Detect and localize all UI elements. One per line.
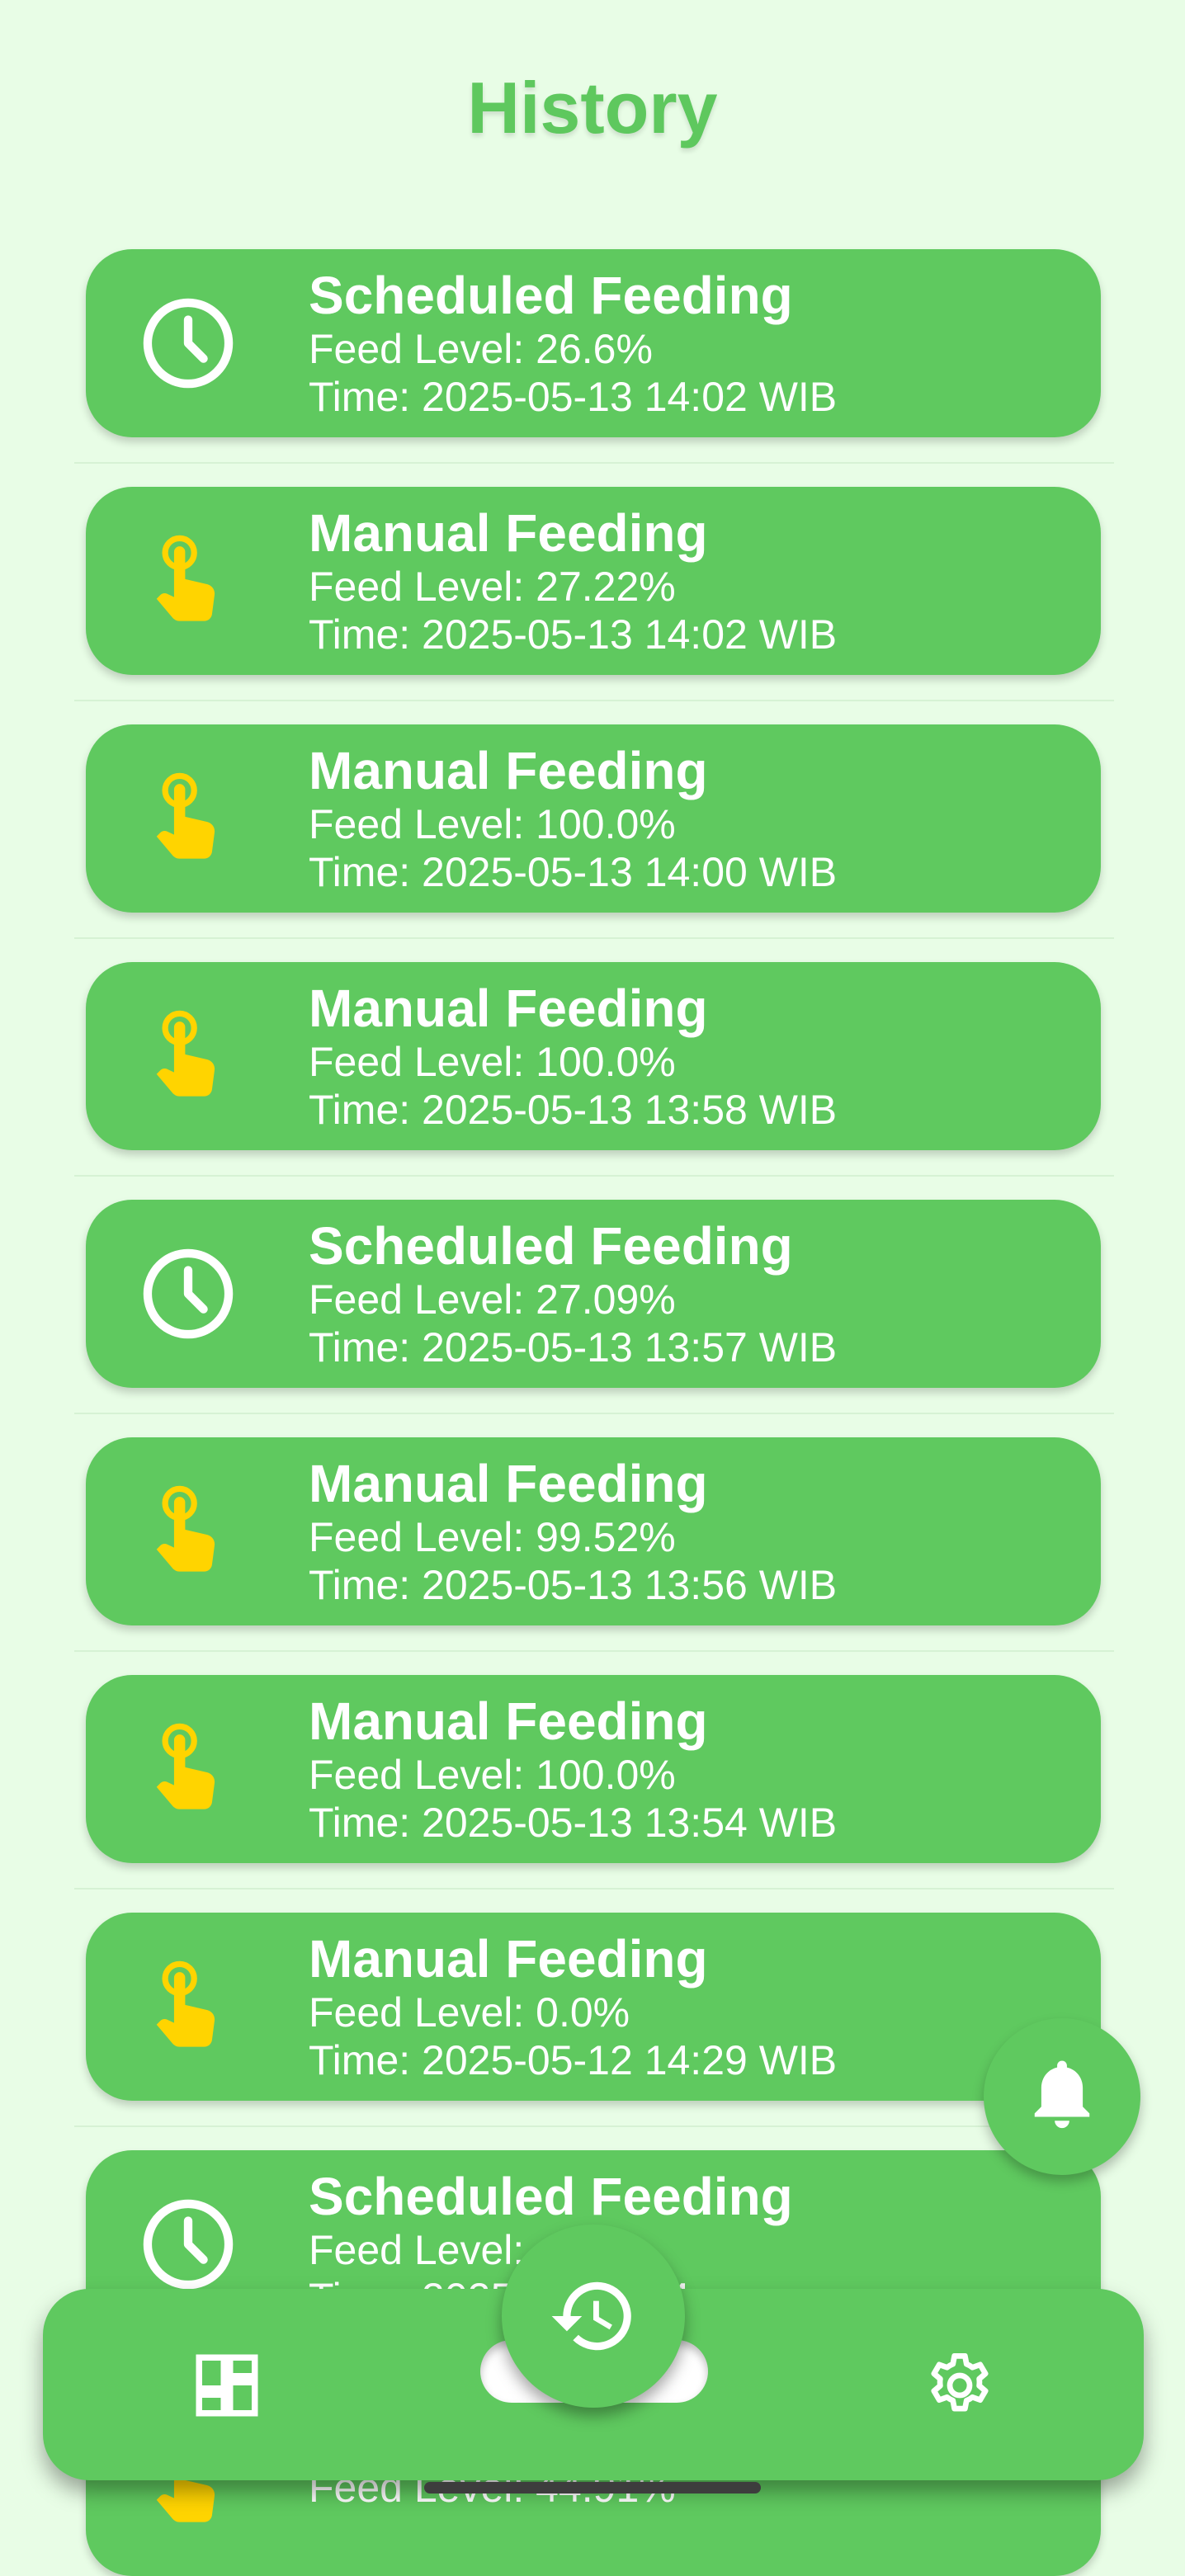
entry-feed-level: Feed Level: 100.0% (309, 1752, 676, 1798)
list-divider (74, 2125, 1114, 2127)
entry-text: Manual Feeding Feed Level: 0.0% Time: 2025… (309, 1929, 1068, 2084)
clock-icon (137, 1243, 239, 1345)
clock-icon (137, 292, 239, 394)
list-divider (74, 1888, 1114, 1890)
entry-time: Time: 2025-05-13 14:02 WIB (309, 611, 838, 658)
entry-title: Manual Feeding (309, 1454, 708, 1513)
list-divider (74, 1650, 1114, 1652)
entry-text: Manual Feeding Feed Level: 100.0% Time: 20… (309, 1691, 1068, 1847)
entry-text: Manual Feeding Feed Level: 100.0% Time: 20… (309, 741, 1068, 896)
entry-time: Time: 2025-05-13 14:00 WIB (309, 849, 838, 895)
nav-history-button[interactable] (502, 2225, 685, 2408)
history-icon (551, 2281, 631, 2351)
entry-time: Time: 2025-05-13 13:57 WIB (309, 1324, 838, 1371)
list-divider (74, 700, 1114, 701)
manual-feeding-card[interactable]: Manual Feeding Feed Level: 100.0% Time: 20… (86, 724, 1101, 913)
entry-text: Scheduled Feeding Feed Level: 27.09% Time:… (309, 1216, 1068, 1371)
entry-feed-level: Feed Level: 27.09% (309, 1276, 676, 1323)
scheduled-feeding-card[interactable]: Scheduled Feeding Feed Level: 26.6% Time: … (86, 249, 1101, 437)
notifications-button[interactable] (984, 2018, 1140, 2175)
manual-feeding-card[interactable]: Manual Feeding Feed Level: 27.22% Time: 20… (86, 487, 1101, 675)
entry-title: Manual Feeding (309, 503, 708, 563)
entry-time: Time: 2025-05-13 14:02 WIB (309, 374, 838, 420)
list-divider (74, 1175, 1114, 1177)
list-divider (74, 1413, 1114, 1414)
entry-title: Manual Feeding (309, 979, 708, 1038)
list-divider (74, 937, 1114, 939)
hand-tap-icon (137, 1005, 239, 1107)
entry-text: Manual Feeding Feed Level: 99.52% Time: 20… (309, 1454, 1068, 1609)
manual-feeding-card[interactable]: Manual Feeding Feed Level: 99.52% Time: 20… (86, 1437, 1101, 1625)
entry-title: Scheduled Feeding (309, 2167, 793, 2226)
entry-feed-level: Feed Level: 0.0% (309, 1989, 630, 2036)
entry-feed-level: Feed Level: 27.22% (309, 564, 676, 610)
list-divider (74, 462, 1114, 464)
bell-icon (1034, 2060, 1090, 2129)
settings-gear-icon (931, 2353, 989, 2412)
entry-feed-level: Feed Level: (309, 2227, 525, 2273)
entry-title: Manual Feeding (309, 741, 708, 800)
dashboard-icon (196, 2354, 258, 2417)
system-gesture-bar[interactable] (424, 2482, 761, 2493)
entry-time: Time: 2025-05-13 13:58 WIB (309, 1087, 838, 1133)
nav-settings-button[interactable] (923, 2348, 997, 2423)
nav-dashboard-button[interactable] (190, 2348, 264, 2423)
entry-time: Time: 2025-05-13 13:54 WIB (309, 1800, 838, 1846)
entry-feed-level: Feed Level: 100.0% (309, 1039, 676, 1085)
entry-time: Time: 2025-05-13 13:56 WIB (309, 1562, 838, 1608)
entry-title: Scheduled Feeding (309, 266, 793, 325)
entry-feed-level: Feed Level: 99.52% (309, 1514, 676, 1560)
entry-text: Manual Feeding Feed Level: 27.22% Time: 20… (309, 503, 1068, 658)
entry-title: Scheduled Feeding (309, 1216, 793, 1276)
entry-text: Manual Feeding Feed Level: 100.0% Time: 20… (309, 979, 1068, 1134)
manual-feeding-card[interactable]: Manual Feeding Feed Level: 0.0% Time: 2025… (86, 1913, 1101, 2101)
manual-feeding-card[interactable]: Manual Feeding Feed Level: 100.0% Time: 20… (86, 962, 1101, 1150)
scheduled-feeding-card[interactable]: Scheduled Feeding Feed Level: 27.09% Time:… (86, 1200, 1101, 1388)
hand-tap-icon (137, 767, 239, 870)
hand-tap-icon (137, 530, 239, 632)
entry-time: Time: 2025-05-12 14:29 WIB (309, 2037, 838, 2083)
hand-tap-icon (137, 1480, 239, 1583)
manual-feeding-card[interactable]: Manual Feeding Feed Level: 100.0% Time: 20… (86, 1675, 1101, 1863)
entry-title: Manual Feeding (309, 1929, 708, 1989)
entry-title: Manual Feeding (309, 1691, 708, 1751)
entry-text: Scheduled Feeding Feed Level: 26.6% Time: … (309, 266, 1068, 421)
hand-tap-icon (137, 1718, 239, 1820)
entry-feed-level: Feed Level: 26.6% (309, 326, 653, 372)
hand-tap-icon (137, 1956, 239, 2058)
entry-feed-level: Feed Level: 100.0% (309, 801, 676, 847)
clock-icon (137, 2193, 239, 2295)
